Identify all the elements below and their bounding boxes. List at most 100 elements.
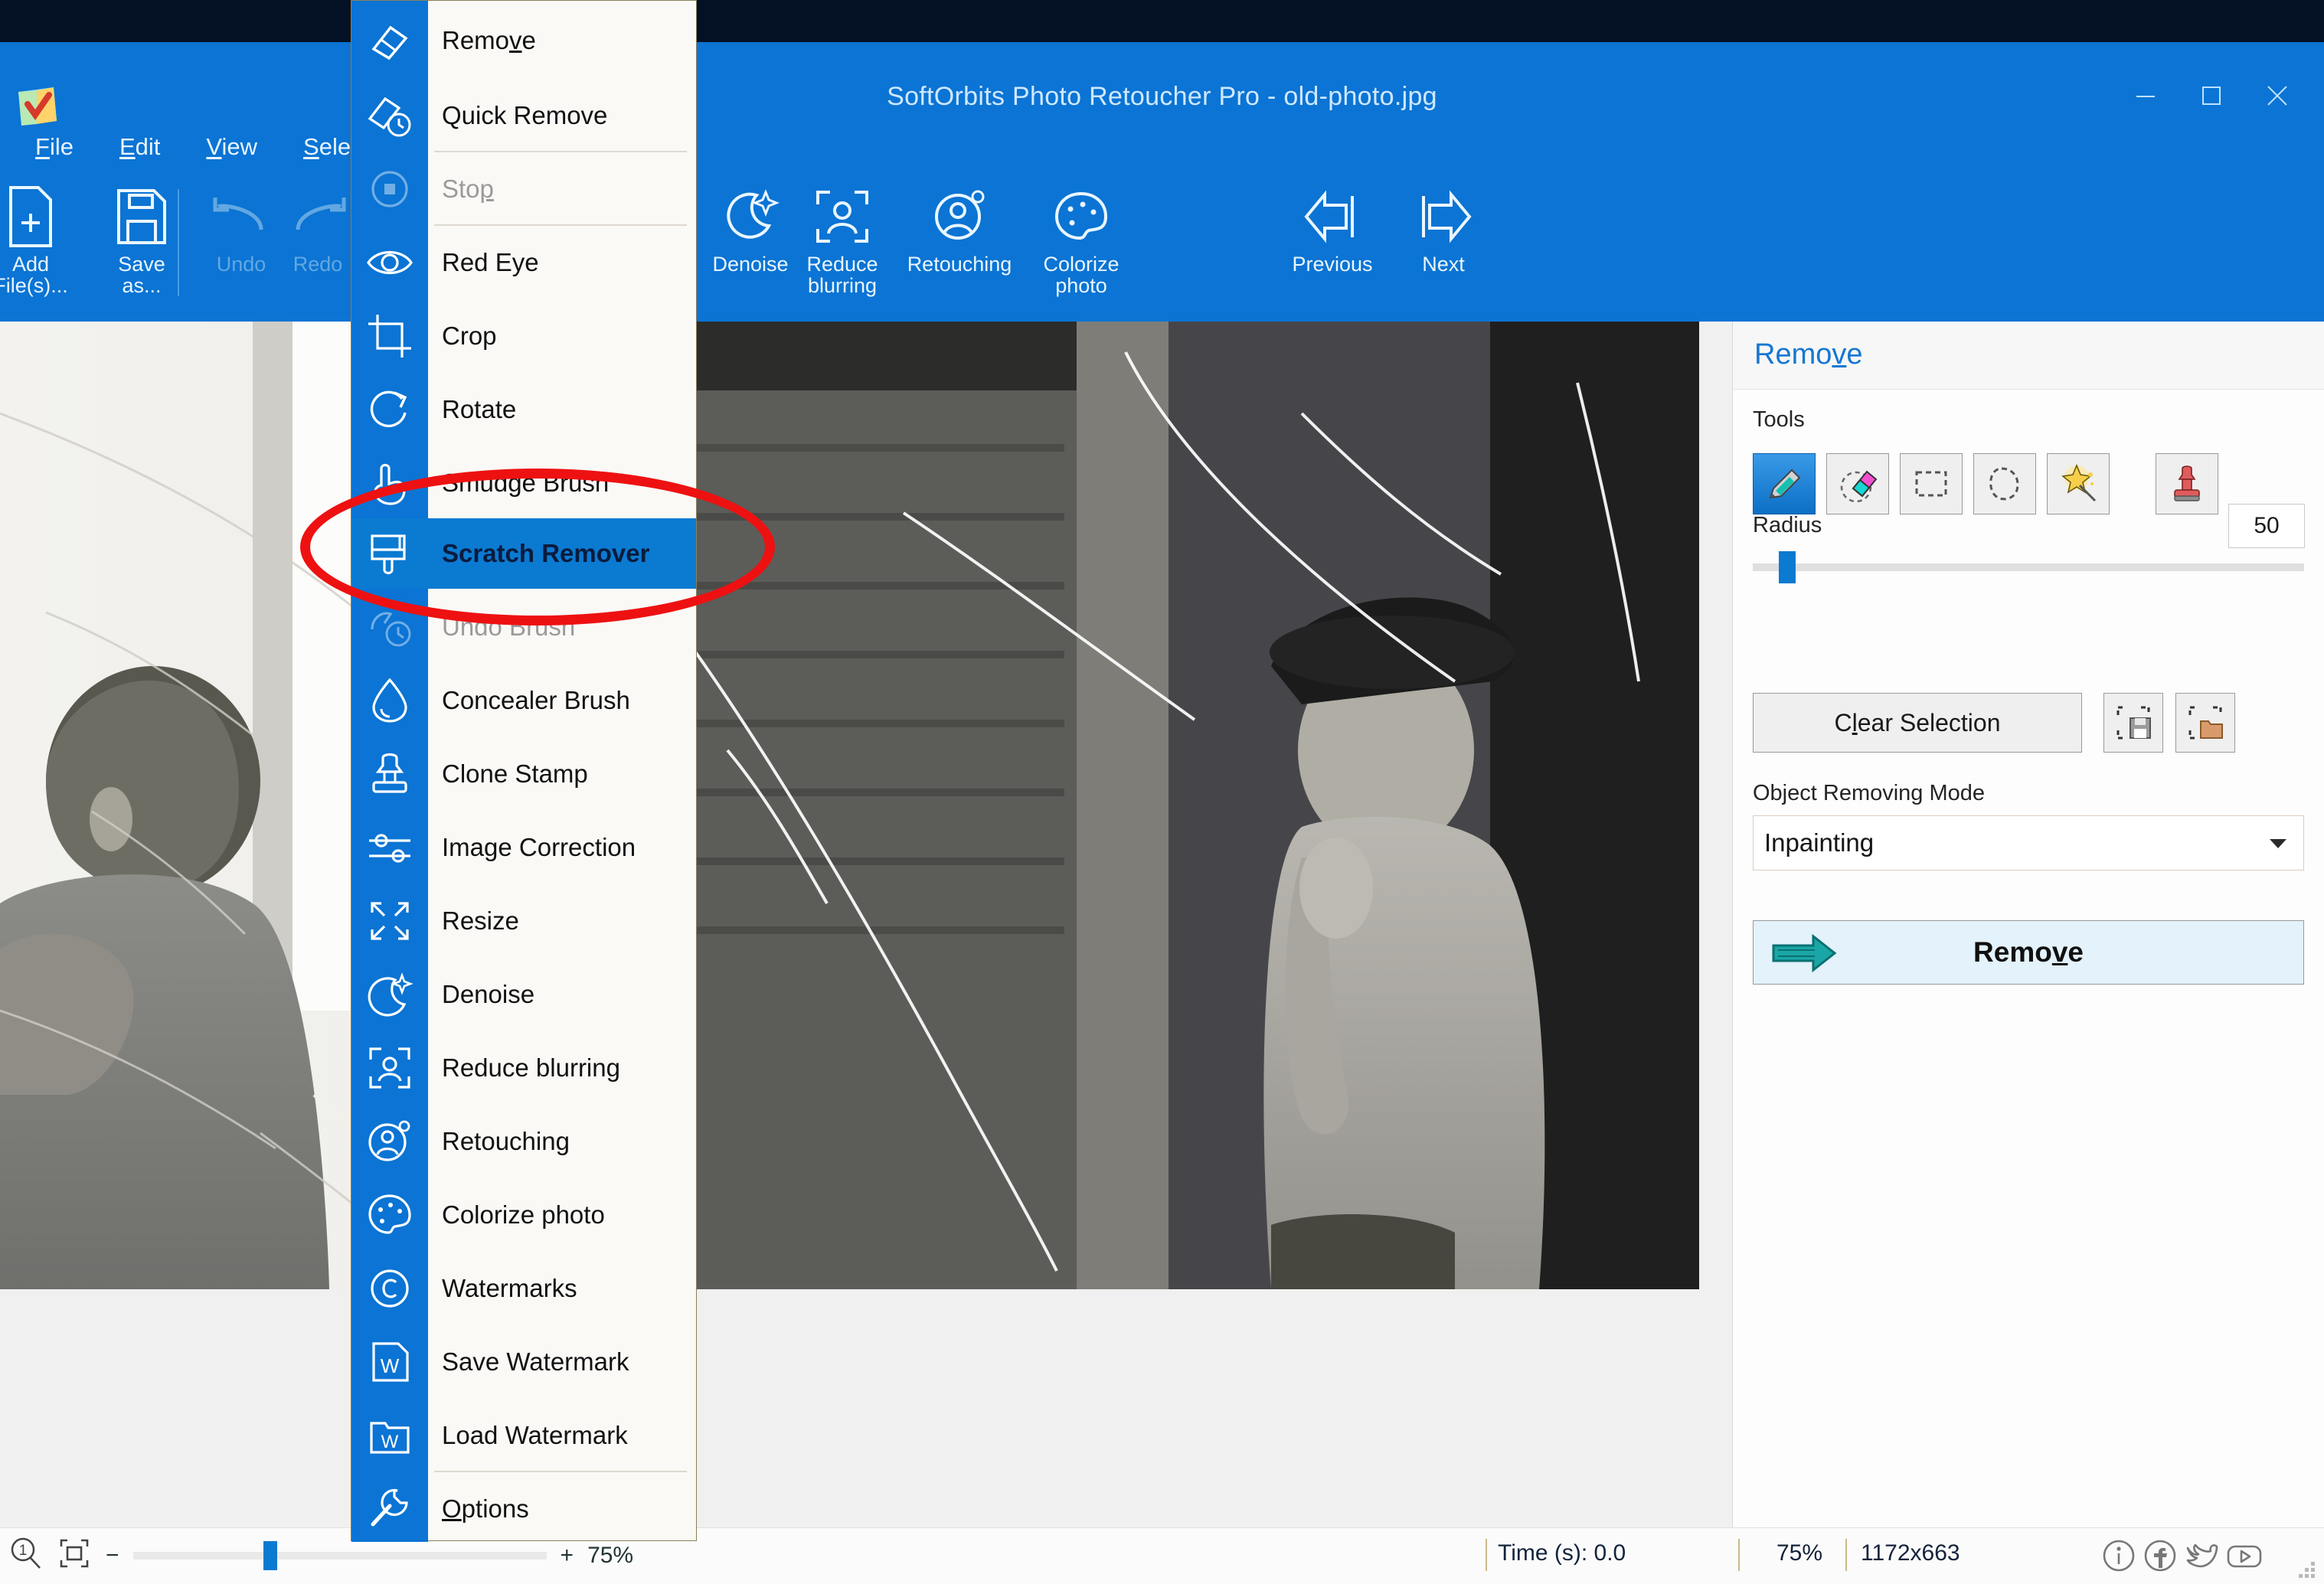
remove-action-button[interactable]: Remove [1753, 920, 2304, 985]
radius-slider-track[interactable] [1753, 563, 2304, 571]
marker-tool-button[interactable] [1753, 453, 1816, 514]
radius-label: Radius [1753, 513, 1822, 537]
menu-item-retouching[interactable]: Retouching [351, 1106, 696, 1177]
social-icons [2100, 1537, 2264, 1578]
menu-item-remove[interactable]: Remove [351, 5, 696, 76]
window-controls [2113, 71, 2310, 120]
ribbon-next[interactable]: Next [1390, 180, 1497, 275]
svg-text:1: 1 [19, 1543, 28, 1559]
zoom-slider[interactable] [132, 1540, 547, 1570]
youtube-icon[interactable] [2224, 1537, 2264, 1578]
previous-icon [1267, 180, 1397, 253]
ribbon-retouching[interactable]: Retouching [887, 180, 1032, 275]
object-removing-mode-label: Object Removing Mode [1753, 781, 1986, 805]
menu-item-colorize-photo[interactable]: Colorize photo [351, 1180, 696, 1250]
menu-item-rotate[interactable]: Rotate [351, 374, 696, 445]
clear-selection-label: Clear Selection [1834, 708, 2001, 736]
tools-row [1753, 453, 2218, 514]
wrench-icon [351, 1474, 428, 1544]
info-icon[interactable] [2100, 1537, 2137, 1578]
photo-preview[interactable] [0, 322, 1699, 1289]
ribbon-save-as[interactable]: Save as... [88, 180, 195, 297]
maximize-button[interactable] [2179, 71, 2244, 120]
menu-item-smudge-brush-label: Smudge Brush [442, 469, 610, 497]
menu-edit[interactable]: Edit [115, 130, 165, 164]
reduce-blurring-icon [789, 180, 896, 253]
ribbon-save-as-label2: as... [122, 274, 162, 298]
face-frame-icon [351, 1033, 428, 1103]
menu-item-concealer-brush[interactable]: Concealer Brush [351, 665, 696, 736]
menu-item-options[interactable]: Options [351, 1474, 696, 1544]
resize-grip[interactable] [2295, 1558, 2315, 1578]
menu-item-scratch-remover[interactable]: Scratch Remover [351, 518, 696, 589]
stop-icon [351, 154, 428, 224]
clone-stamp-tool-button[interactable] [2156, 453, 2218, 514]
denoise-icon [697, 180, 804, 253]
chevron-down-icon[interactable] [2270, 839, 2286, 848]
menu-item-load-watermark[interactable]: W Load Watermark [351, 1400, 696, 1471]
menu-item-load-watermark-label: Load Watermark [442, 1421, 628, 1449]
menu-item-image-correction[interactable]: Image Correction [351, 812, 696, 883]
zoom-slider-thumb[interactable] [263, 1540, 277, 1570]
palette-icon [351, 1180, 428, 1250]
radius-slider[interactable] [1733, 551, 2324, 583]
menu-separator-2 [434, 224, 687, 226]
droplet-icon [351, 665, 428, 736]
clear-selection-button[interactable]: Clear Selection [1753, 693, 2082, 753]
menu-item-smudge-brush[interactable]: Smudge Brush [351, 448, 696, 518]
zoom-in-button[interactable]: + [561, 1543, 574, 1569]
ribbon-colorize-photo-label2: photo [1055, 274, 1107, 298]
ribbon-colorize-photo[interactable]: Colorize photo [1028, 180, 1135, 297]
face-gear-icon [351, 1106, 428, 1177]
ribbon-denoise[interactable]: Denoise [697, 180, 804, 275]
image-canvas[interactable] [0, 322, 1732, 1527]
object-removing-mode-select[interactable]: Inpainting [1753, 815, 2304, 870]
load-selection-button[interactable] [2175, 693, 2235, 753]
paint-brush-icon [351, 518, 428, 589]
menu-view[interactable]: View [201, 130, 262, 164]
menu-item-save-watermark[interactable]: W Save Watermark [351, 1327, 696, 1397]
menu-item-clone-stamp[interactable]: Clone Stamp [351, 739, 696, 809]
menu-item-crop[interactable]: Crop [351, 301, 696, 371]
radius-value-input[interactable]: 50 [2228, 504, 2305, 548]
zoom-actual-size-icon[interactable]: 1 [9, 1536, 43, 1575]
ribbon-reduce-blurring[interactable]: Reduce blurring [789, 180, 896, 297]
ribbon-save-as-label1: Save [118, 253, 165, 276]
zoom-out-button[interactable]: − [106, 1543, 119, 1569]
ribbon-retouching-label: Retouching [907, 253, 1012, 276]
minimize-button[interactable] [2113, 71, 2179, 120]
crop-icon [351, 301, 428, 371]
add-file-icon [0, 180, 84, 253]
menu-item-options-label: Options [442, 1494, 529, 1523]
arrow-right-icon [1770, 932, 1838, 981]
menu-item-reduce-blurring[interactable]: Reduce blurring [351, 1033, 696, 1103]
menu-item-denoise[interactable]: Denoise [351, 959, 696, 1030]
eye-icon [351, 227, 428, 298]
menu-file[interactable]: File [31, 130, 78, 164]
facebook-icon[interactable] [2142, 1537, 2179, 1578]
menu-item-reduce-blurring-label: Reduce blurring [442, 1053, 620, 1082]
ribbon-previous-label: Previous [1292, 253, 1373, 276]
ribbon-add-files[interactable]: Add File(s)... [0, 180, 84, 297]
menu-item-watermarks[interactable]: Watermarks [351, 1253, 696, 1324]
ribbon-previous[interactable]: Previous [1267, 180, 1397, 275]
ribbon-colorize-photo-label1: Colorize [1043, 253, 1120, 276]
save-selection-icon [2116, 706, 2151, 740]
menu-item-quick-remove[interactable]: Quick Remove [351, 80, 696, 151]
zoom-fit-icon[interactable] [57, 1536, 92, 1575]
eraser-tool-button[interactable] [1826, 453, 1889, 514]
menu-item-image-correction-label: Image Correction [442, 833, 636, 861]
radius-slider-thumb[interactable] [1779, 551, 1796, 583]
magic-wand-tool-button[interactable] [2047, 453, 2110, 514]
status-time: Time (s): 0.0 [1498, 1540, 1626, 1566]
lasso-select-tool-button[interactable] [1973, 453, 2036, 514]
menu-item-red-eye[interactable]: Red Eye [351, 227, 696, 298]
twitter-icon[interactable] [2183, 1537, 2220, 1578]
right-panel: Remove Tools Radius 50 Clear Selection O… [1732, 322, 2324, 1527]
close-button[interactable] [2244, 71, 2310, 120]
menu-item-resize-label: Resize [442, 906, 519, 935]
menu-item-resize[interactable]: Resize [351, 886, 696, 956]
rectangle-select-tool-button[interactable] [1900, 453, 1963, 514]
save-selection-button[interactable] [2103, 693, 2163, 753]
menu-item-scratch-remover-label: Scratch Remover [442, 539, 650, 567]
